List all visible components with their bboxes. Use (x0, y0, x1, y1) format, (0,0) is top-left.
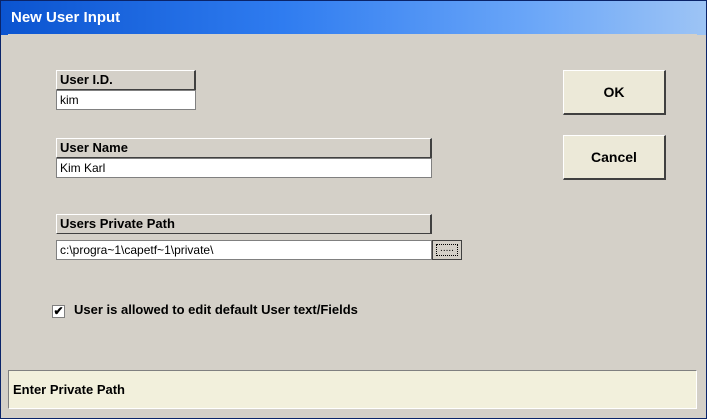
user-name-field[interactable]: Kim Karl (56, 158, 432, 178)
user-name-label: User Name (56, 138, 432, 158)
edit-permission-checkbox[interactable]: ✔ (52, 305, 65, 318)
private-path-label: Users Private Path (56, 214, 432, 234)
user-id-label: User I.D. (56, 70, 196, 90)
browse-button[interactable]: ..... (432, 240, 462, 260)
ok-button[interactable]: OK (563, 70, 666, 115)
edit-permission-label: User is allowed to edit default User tex… (74, 302, 358, 317)
user-id-field[interactable]: kim (56, 90, 196, 110)
status-text: Enter Private Path (13, 382, 125, 397)
cancel-button[interactable]: Cancel (563, 135, 666, 180)
ellipsis-icon: ..... (436, 244, 458, 256)
private-path-field[interactable]: c:\progra~1\capetf~1\private\ (56, 240, 432, 260)
title-bar[interactable]: New User Input (1, 1, 706, 35)
window-title: New User Input (11, 9, 121, 26)
status-bar: Enter Private Path (8, 370, 697, 409)
